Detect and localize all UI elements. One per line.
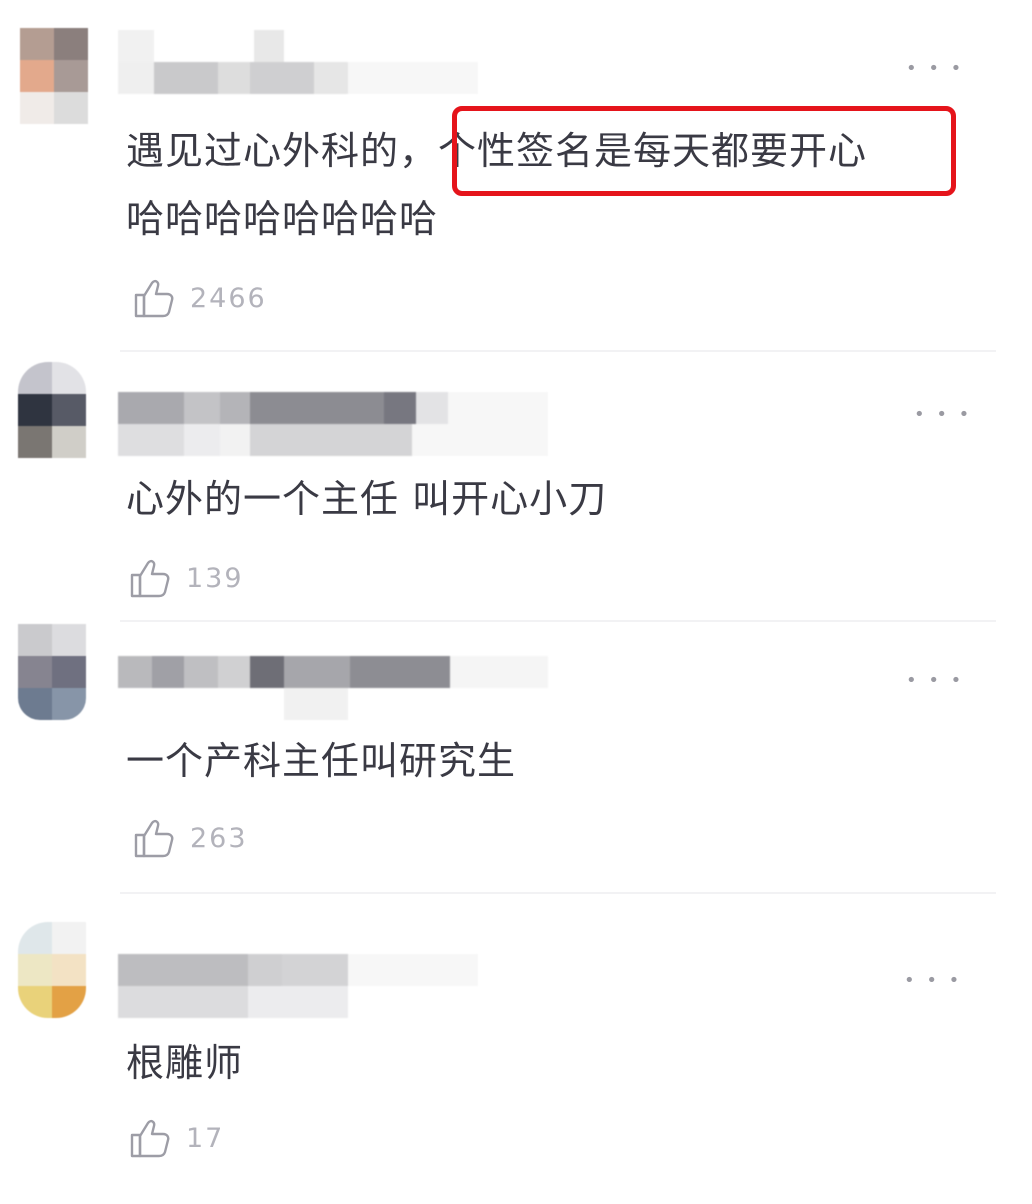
like-count: 263 — [190, 822, 248, 854]
username-blurred[interactable] — [118, 954, 478, 1018]
thumbs-up-icon — [130, 1119, 170, 1158]
more-options-icon[interactable]: • • • — [906, 672, 964, 690]
like-count: 17 — [186, 1122, 225, 1154]
highlight-box — [452, 106, 956, 196]
avatar[interactable] — [20, 28, 88, 124]
like-count: 139 — [186, 562, 244, 594]
comment-text-line2: 哈哈哈哈哈哈哈哈 — [126, 197, 439, 241]
more-options-icon[interactable]: • • • — [904, 972, 962, 990]
avatar[interactable] — [18, 922, 86, 1018]
comment-text: 根雕师 — [126, 1041, 244, 1085]
like-button[interactable]: 139 — [128, 556, 244, 600]
like-button[interactable]: 17 — [128, 1116, 224, 1160]
divider — [120, 892, 996, 894]
like-button[interactable]: 263 — [132, 816, 248, 860]
like-count: 2466 — [190, 282, 267, 314]
username-blurred[interactable] — [118, 30, 478, 94]
comment-text: 一个产科主任叫研究生 — [126, 739, 517, 783]
divider — [120, 350, 996, 352]
avatar[interactable] — [18, 362, 86, 458]
thumbs-up-icon — [134, 819, 174, 858]
more-options-icon[interactable]: • • • — [906, 60, 964, 78]
more-options-icon[interactable]: • • • — [914, 406, 972, 424]
avatar[interactable] — [18, 624, 86, 720]
like-button[interactable]: 2466 — [132, 276, 267, 320]
thumbs-up-icon — [134, 279, 174, 318]
username-blurred[interactable] — [118, 392, 548, 456]
comment-text: 心外的一个主任 叫开心小刀 — [126, 477, 608, 521]
thumbs-up-icon — [130, 559, 170, 598]
username-blurred[interactable] — [118, 656, 548, 720]
divider — [120, 620, 996, 622]
